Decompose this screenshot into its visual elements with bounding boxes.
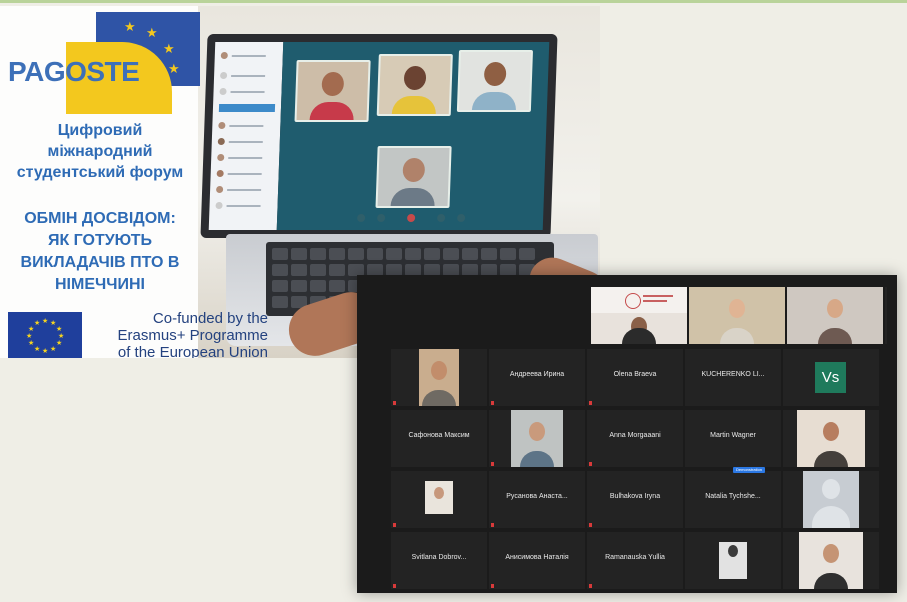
sidebar-row (219, 88, 275, 96)
cofunded-line: Co-funded by the (152, 310, 268, 327)
mic-muted-icon (589, 462, 592, 466)
participant-tile[interactable]: Анисимова Наталія (489, 532, 585, 589)
mic-muted-icon (491, 401, 494, 405)
participant-name: Svitlana Dobrov... (411, 554, 467, 561)
participant-tile[interactable]: Bulhakova Iryna (587, 471, 683, 528)
participant-tile[interactable]: Сафонова Максим (391, 410, 487, 467)
user-avatar-icon (803, 471, 859, 528)
mic-muted-icon (393, 523, 396, 527)
project-logo-text: PAGOSTE (8, 56, 140, 87)
participant-grid: Андреева Ирина Olena Braeva KUCHERENKO L… (391, 287, 887, 591)
participant-name: Bulhakova Iryna (609, 493, 661, 500)
participant-tile-certificate[interactable] (591, 287, 687, 344)
poster-title-line: студентський форум (16, 164, 184, 181)
sidebar-row (220, 52, 277, 60)
participant-tile[interactable] (489, 410, 585, 467)
mic-muted-icon (491, 462, 494, 466)
sidebar-row (218, 122, 274, 130)
call-control-icon[interactable] (456, 214, 466, 222)
logo-star-icon: ★ (146, 25, 158, 40)
participant-name: Olena Braeva (613, 371, 657, 378)
logo-star-icon: ★ (124, 19, 136, 34)
cofunded-text: Co-funded by the Erasmus+ Programme of t… (88, 310, 268, 358)
end-call-icon[interactable] (406, 214, 416, 222)
university-logo-icon (625, 293, 641, 309)
participant-video (294, 60, 371, 122)
call-control-icon[interactable] (376, 214, 386, 222)
eu-flag-icon: ★ ★ ★ ★ ★ ★ ★ ★ ★ ★ ★ ★ (8, 312, 82, 358)
logo-star-icon: ★ (163, 41, 175, 56)
participant-tile[interactable] (783, 532, 879, 589)
participant-tile[interactable]: Ramanauska Yullia (587, 532, 683, 589)
participant-tile[interactable]: Vs (783, 349, 879, 406)
participant-name: Ramanauska Yullia (605, 554, 665, 561)
cofunded-line: Erasmus+ Programme (117, 327, 268, 344)
participant-tile[interactable] (391, 471, 487, 528)
participant-tile[interactable]: Svitlana Dobrov... (391, 532, 487, 589)
mic-muted-icon (393, 584, 396, 588)
participant-video (375, 146, 452, 208)
poster-subtitle-line: ВИКЛАДАЧІВ ПТО В (20, 254, 180, 271)
video-conference-gallery: Андреева Ирина Olena Braeva KUCHERENKO L… (357, 275, 897, 593)
participant-tile[interactable]: Русанова Анаста... (489, 471, 585, 528)
poster-subtitle-line: НІМЕЧЧИНІ (55, 276, 145, 293)
mic-muted-icon (589, 584, 592, 588)
participant-name: Сафонова Максим (408, 432, 470, 439)
mic-muted-icon (393, 401, 396, 405)
sidebar-row-selected (218, 104, 276, 112)
call-control-icon[interactable] (356, 214, 366, 222)
participant-initials: Vs (815, 362, 846, 393)
participant-video (456, 50, 534, 112)
participant-tile[interactable] (783, 471, 879, 528)
status-badge: Demonstration (733, 467, 766, 473)
logo-star-icon: ★ (168, 61, 180, 76)
call-control-icon[interactable] (436, 214, 446, 222)
participant-tile[interactable] (391, 349, 487, 406)
participant-name: KUCHERENKO LI... (701, 371, 765, 378)
poster-title-line: Цифровий (57, 122, 143, 139)
sidebar-row (219, 72, 276, 80)
grid-edge (885, 287, 887, 344)
mic-muted-icon (491, 584, 494, 588)
mic-muted-icon (589, 523, 592, 527)
participant-tile[interactable] (783, 410, 879, 467)
participant-name: Русанова Анаста... (506, 493, 568, 500)
sidebar-row (217, 154, 273, 162)
participant-name: Андреева Ирина (509, 371, 565, 378)
mic-muted-icon (589, 401, 592, 405)
participant-name: Anna Morgaaani (609, 432, 661, 439)
sidebar-row (215, 202, 271, 210)
participant-name: Natalia Tychshe... (705, 493, 761, 500)
video-call-main (276, 42, 550, 230)
top-accent-line (0, 0, 907, 3)
participant-tile[interactable] (685, 532, 781, 589)
poster-subtitle-line: ЯК ГОТУЮТЬ (47, 232, 153, 249)
participant-tile[interactable]: Martin Wagner (685, 410, 781, 467)
mic-muted-icon (491, 523, 494, 527)
sidebar-row (216, 170, 273, 178)
sidebar-row (216, 186, 272, 194)
participant-tile[interactable]: Demonstration Natalia Tychshe... (685, 467, 781, 528)
participant-video (376, 54, 453, 116)
participant-tile[interactable] (689, 287, 785, 344)
poster-subtitle-line: ОБМІН ДОСВІДОМ: (24, 210, 176, 227)
participant-name: Martin Wagner (710, 432, 756, 439)
laptop-screen (200, 34, 558, 238)
participant-name: Анисимова Наталія (505, 554, 569, 561)
poster-title-line: міжнародний (47, 143, 153, 160)
cofunded-line: of the European Union (117, 344, 268, 358)
participant-tile[interactable] (787, 287, 883, 344)
participant-tile[interactable]: Андреева Ирина (489, 349, 585, 406)
participant-tile[interactable]: Olena Braeva (587, 349, 683, 406)
participant-tile[interactable]: KUCHERENKO LI... (685, 349, 781, 406)
participant-tile[interactable]: Anna Morgaaani (587, 410, 683, 467)
sidebar-row (217, 138, 274, 146)
video-app-sidebar (208, 42, 284, 230)
